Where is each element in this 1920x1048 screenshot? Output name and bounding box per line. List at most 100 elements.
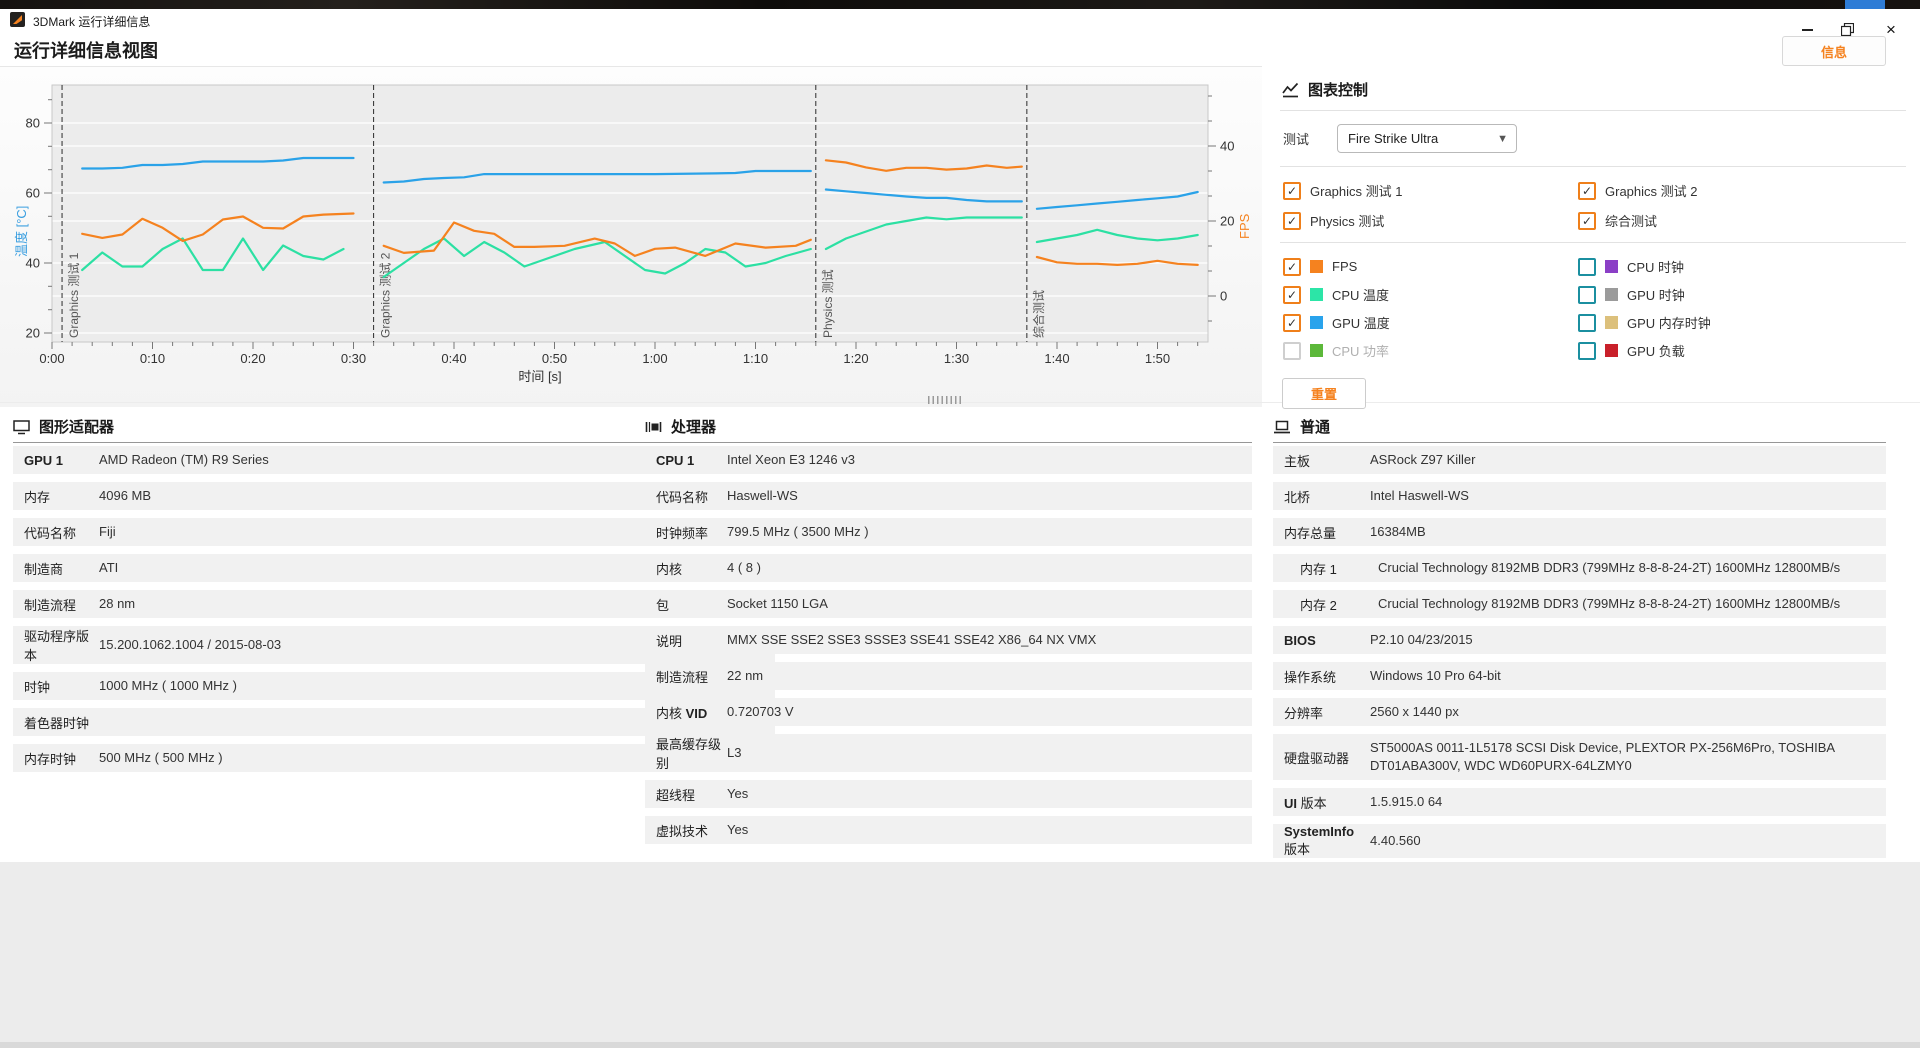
- row-label: 制造商: [24, 561, 64, 577]
- row-label: 分辨率: [1284, 705, 1324, 721]
- test-select[interactable]: Fire Strike Ultra ▼: [1337, 124, 1517, 153]
- row-label: 北桥: [1284, 489, 1311, 505]
- chart-control-panel: 图表控制 测试 Fire Strike Ultra ▼ ✓ Graphics 测试…: [1280, 66, 1906, 409]
- row-label: 制造流程: [24, 597, 77, 613]
- svg-text:1:30: 1:30: [944, 351, 969, 366]
- row-label: 内存总量: [1284, 525, 1337, 541]
- splitter-grip[interactable]: [928, 396, 962, 404]
- test-checkbox-group: ✓ Graphics 测试 1 ✓ Graphics 测试 2 ✓ Physics 测试 ✓…: [1280, 167, 1906, 242]
- svg-text:Physics 测试: Physics 测试: [820, 269, 835, 338]
- row-value: Intel Haswell-WS: [1370, 487, 1469, 503]
- svg-text:1:10: 1:10: [743, 351, 768, 366]
- checkbox-label: Physics 测试: [1310, 214, 1385, 229]
- checked-checkbox-icon: ✓: [1283, 181, 1301, 200]
- table-row: 内核 VID 0.720703 V: [645, 698, 1252, 726]
- checkbox-label: Graphics 测试 2: [1605, 184, 1698, 199]
- checkbox-CPU 温度[interactable]: ✓ CPU 温度: [1283, 285, 1578, 304]
- table-row: 北桥 Intel Haswell-WS: [1273, 482, 1886, 510]
- checkbox-label: CPU 功率: [1332, 344, 1390, 359]
- unchecked-checkbox-icon: [1283, 341, 1301, 360]
- svg-text:1:40: 1:40: [1044, 351, 1069, 366]
- series-color-swatch: [1605, 316, 1618, 329]
- checkbox-Graphics 测试 1[interactable]: ✓ Graphics 测试 1: [1283, 181, 1578, 200]
- row-value: 16384MB: [1370, 523, 1426, 539]
- general-table: 普通 主板 ASRock Z97 Killer 北桥 Intel Haswell-WS…: [1273, 414, 1886, 866]
- checkbox-CPU 时钟[interactable]: CPU 时钟: [1578, 257, 1906, 276]
- chart-canvas: 20406080020400:00 0:10 0:20 0:30 0:40 0:50 1:0…: [14, 84, 1252, 384]
- row-value: AMD Radeon (TM) R9 Series: [99, 451, 269, 467]
- laptop-icon: [1274, 420, 1290, 433]
- row-label: 着色器时钟: [24, 715, 90, 731]
- table-row: 内存 1 Crucial Technology 8192MB DDR3 (799M…: [1273, 554, 1886, 582]
- row-value: 28 nm: [99, 595, 136, 611]
- row-value: MMX SSE SSE2 SSE3 SSSE3 SSE41 SSE42 X86_…: [727, 631, 1097, 647]
- svg-text:综合测试: 综合测试: [1031, 290, 1046, 338]
- checkbox-GPU 负载[interactable]: GPU 负载: [1578, 341, 1906, 360]
- window-title: 3DMark 运行详细信息: [33, 15, 151, 29]
- row-value: 4096 MB: [99, 487, 152, 503]
- table-header: 普通: [1273, 414, 1886, 443]
- table-row: UI 版本 1.5.915.0 64: [1273, 788, 1886, 816]
- row-value: Yes: [727, 785, 749, 801]
- table-title: 图形适配器: [39, 419, 115, 436]
- table-row: BIOS P2.10 04/23/2015: [1273, 626, 1886, 654]
- series-color-swatch: [1310, 288, 1323, 301]
- table-row: 内核 4 ( 8 ): [645, 554, 1252, 582]
- checkbox-FPS[interactable]: ✓ FPS: [1283, 257, 1578, 276]
- row-label: CPU 1: [656, 452, 695, 468]
- svg-text:20: 20: [26, 326, 40, 341]
- row-value: ATI: [99, 559, 119, 575]
- row-value: L3: [727, 744, 742, 760]
- background-window-strip: [0, 0, 1920, 9]
- checkbox-Physics 测试[interactable]: ✓ Physics 测试: [1283, 211, 1578, 230]
- svg-text:0:20: 0:20: [240, 351, 265, 366]
- info-button[interactable]: 信息: [1782, 36, 1886, 66]
- row-value: ST5000AS 0011-1L5178 SCSI Disk Device, P…: [1370, 739, 1835, 773]
- svg-text:40: 40: [1220, 139, 1234, 154]
- table-rows: CPU 1 Intel Xeon E3 1246 v3 代码名称 Haswell-WS…: [645, 446, 1252, 844]
- checkbox-Graphics 测试 2[interactable]: ✓ Graphics 测试 2: [1578, 181, 1906, 200]
- checked-checkbox-icon: ✓: [1578, 211, 1596, 230]
- checkbox-label: CPU 温度: [1332, 288, 1390, 303]
- test-select-value: Fire Strike Ultra: [1348, 131, 1439, 146]
- unchecked-checkbox-icon: [1578, 341, 1596, 360]
- cpu-chip-icon: [645, 421, 662, 432]
- row-label: 代码名称: [24, 525, 77, 541]
- checked-checkbox-icon: ✓: [1283, 257, 1301, 276]
- row-label: 包: [656, 597, 670, 613]
- checkbox-GPU 内存时钟[interactable]: GPU 内存时钟: [1578, 313, 1906, 332]
- reset-button[interactable]: 重置: [1282, 378, 1366, 409]
- table-row: 制造流程 22 nm: [645, 662, 1252, 690]
- titlebar: 3DMark 运行详细信息 ×: [0, 9, 1920, 38]
- table-rows: 主板 ASRock Z97 Killer 北桥 Intel Haswell-WS 内存总…: [1273, 446, 1886, 858]
- table-row: 代码名称 Haswell-WS: [645, 482, 1252, 510]
- checkbox-GPU 时钟[interactable]: GPU 时钟: [1578, 285, 1906, 304]
- line-chart-icon: [1282, 82, 1299, 98]
- checkbox-label: CPU 时钟: [1627, 260, 1685, 275]
- table-row: 最高缓存级别 L3: [645, 734, 1252, 772]
- row-label: 虚拟技术: [656, 823, 709, 839]
- row-label: 内核 VID: [656, 705, 708, 721]
- chevron-down-icon: ▼: [1497, 132, 1508, 145]
- checkbox-综合测试[interactable]: ✓ 综合测试: [1578, 211, 1906, 230]
- test-selector-row: 测试 Fire Strike Ultra ▼: [1280, 111, 1906, 167]
- svg-text:1:20: 1:20: [843, 351, 868, 366]
- table-row: CPU 1 Intel Xeon E3 1246 v3: [645, 446, 1252, 474]
- row-value: 500 MHz ( 500 MHz ): [99, 749, 223, 765]
- checkbox-GPU 温度[interactable]: ✓ GPU 温度: [1283, 313, 1578, 332]
- row-label: UI 版本: [1284, 795, 1327, 811]
- checked-checkbox-icon: ✓: [1283, 211, 1301, 230]
- panel-title: 图表控制: [1308, 82, 1369, 99]
- series-color-swatch: [1310, 344, 1323, 357]
- row-value: 0.720703 V: [727, 703, 794, 719]
- unchecked-checkbox-icon: [1578, 257, 1596, 276]
- table-row: 硬盘驱动器 ST5000AS 0011-1L5178 SCSI Disk Devi…: [1273, 734, 1886, 780]
- svg-text:0: 0: [1220, 289, 1227, 304]
- row-value: 4 ( 8 ): [727, 559, 761, 575]
- table-row: 分辨率 2560 x 1440 px: [1273, 698, 1886, 726]
- checkbox-label: GPU 温度: [1332, 316, 1390, 331]
- series-color-swatch: [1310, 316, 1323, 329]
- monitor-icon: [13, 419, 30, 434]
- checkbox-label: 综合测试: [1605, 214, 1658, 229]
- row-value: Haswell-WS: [727, 487, 798, 503]
